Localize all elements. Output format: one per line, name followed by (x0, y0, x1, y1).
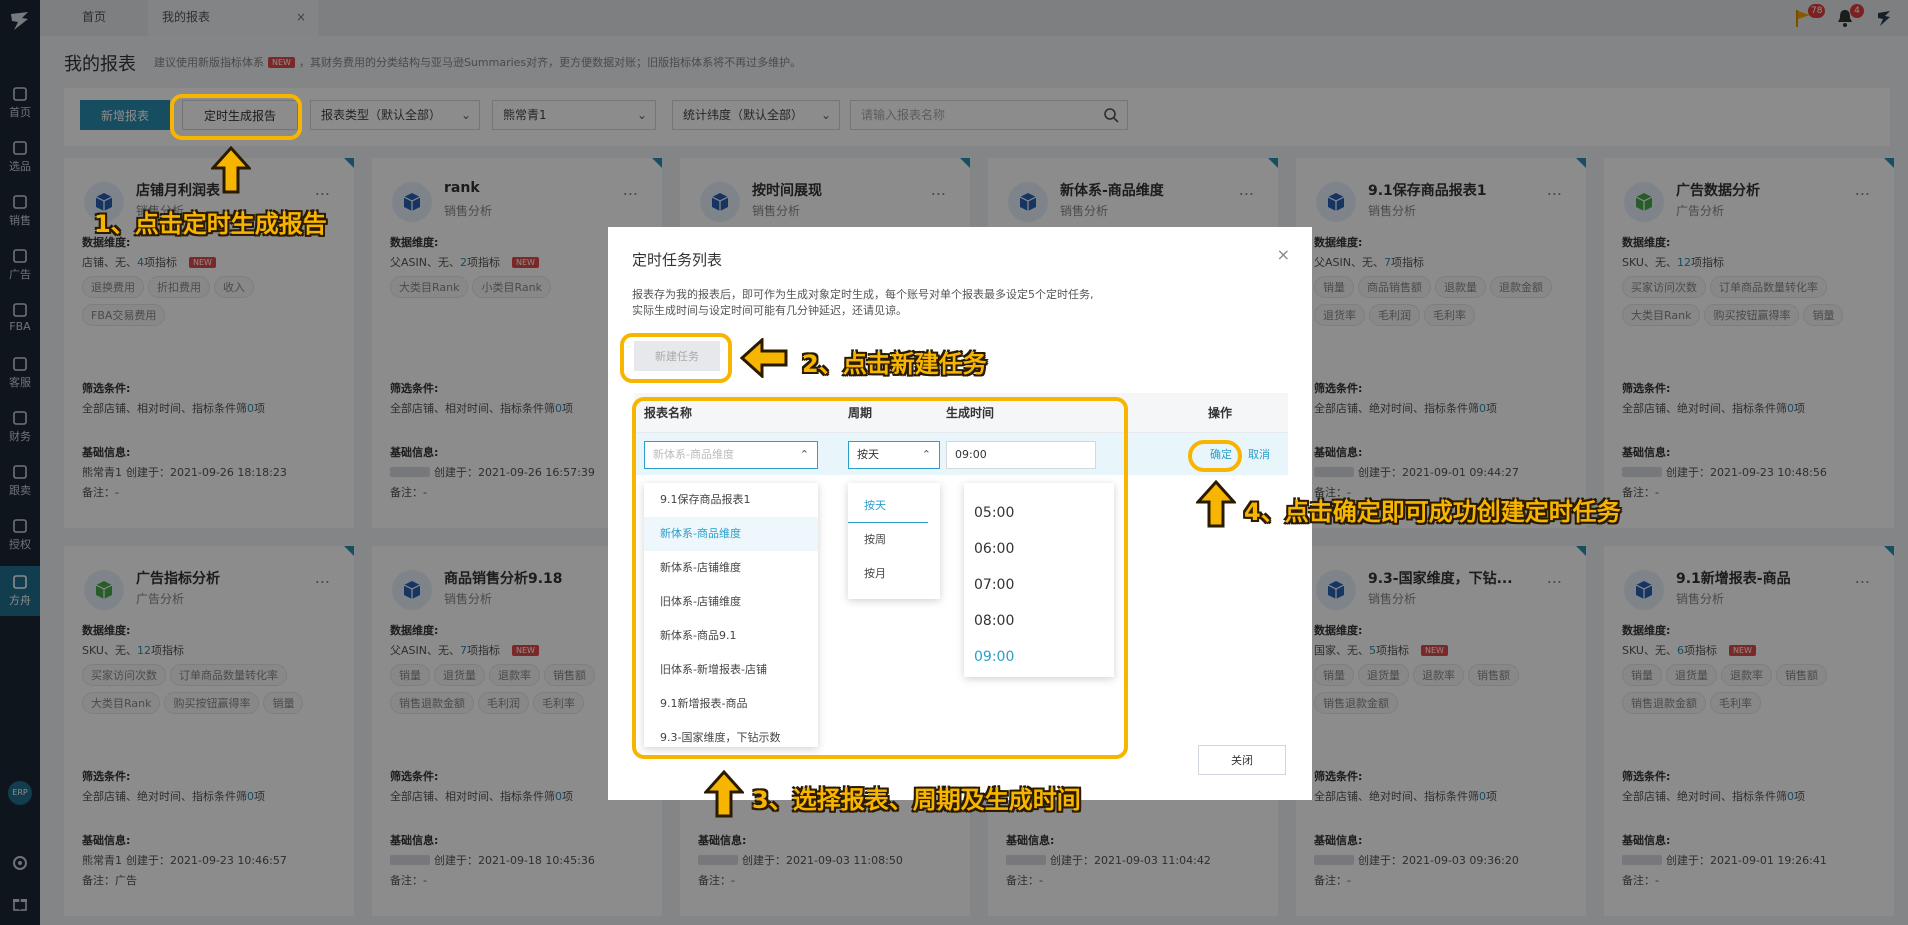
highlight-timed-report (170, 94, 302, 140)
annotation-step-2: 2、点击新建任务 (802, 350, 987, 378)
cancel-button[interactable]: 取消 (1248, 446, 1270, 462)
highlight-confirm (1188, 440, 1242, 472)
modal-desc-line-1: 报表存为我的报表后，即可作为生成对象定时生成，每个账号对单个报表最多设定5个定时… (632, 288, 1094, 301)
arrow-up-icon (704, 770, 744, 818)
annotation-step-4: 4、点击确定即可成功创建定时任务 (1244, 498, 1621, 526)
modal-desc-line-2: 实际生成时间与设定时间可能有几分钟延迟，还请见谅。 (632, 304, 907, 317)
col-header-op: 操作 (1164, 393, 1288, 433)
modal-title: 定时任务列表 (632, 251, 723, 269)
highlight-task-form (632, 397, 1128, 759)
highlight-new-task (620, 333, 732, 383)
arrow-up-icon (211, 146, 251, 194)
modal-close-button[interactable]: 关闭 (1198, 745, 1286, 775)
modal-description: 报表存为我的报表后，即可作为生成对象定时生成，每个账号对单个报表最多设定5个定时… (632, 287, 1292, 319)
annotation-step-1: 1、点击定时生成报告 (94, 210, 327, 238)
annotation-step-3: 3、选择报表、周期及生成时间 (752, 786, 1081, 814)
arrow-up-icon (1196, 480, 1236, 528)
close-icon[interactable]: × (1277, 245, 1290, 264)
arrow-left-icon (740, 338, 788, 378)
